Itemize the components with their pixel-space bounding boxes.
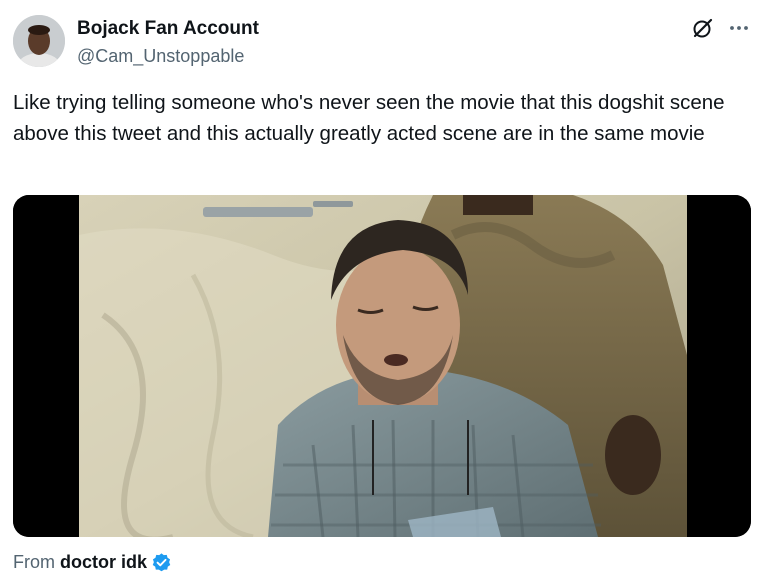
- author-handle[interactable]: @Cam_Unstoppable: [77, 44, 244, 68]
- source-account-link[interactable]: doctor idk: [60, 550, 147, 574]
- grok-icon[interactable]: [691, 16, 715, 40]
- more-icon[interactable]: [727, 16, 751, 40]
- video-thumbnail[interactable]: [13, 195, 751, 537]
- media-attribution: From doctor idk: [13, 550, 172, 574]
- author-display-name[interactable]: Bojack Fan Account: [77, 17, 259, 41]
- tweet-text: Like trying telling someone who's never …: [13, 91, 725, 145]
- verified-badge-icon: [152, 552, 171, 571]
- avatar[interactable]: [13, 15, 65, 67]
- avatar-photo: [13, 15, 65, 67]
- from-label: From: [13, 552, 55, 572]
